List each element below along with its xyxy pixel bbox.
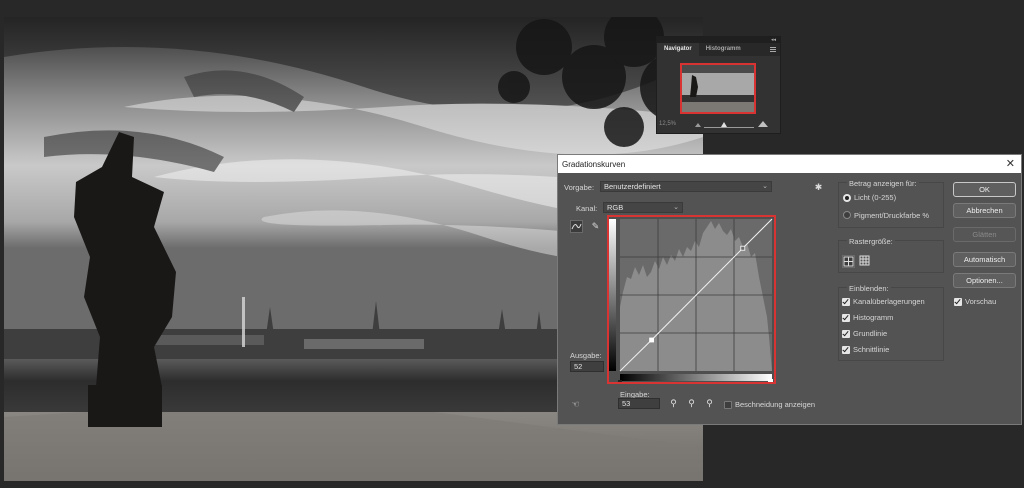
curves-graph[interactable] xyxy=(609,217,774,382)
grid-coarse-icon[interactable] xyxy=(842,255,855,268)
tab-navigator[interactable]: Navigator xyxy=(657,43,699,56)
gray-eyedropper-icon[interactable]: ⚲ xyxy=(685,397,698,410)
display-group xyxy=(838,182,944,228)
preset-label: Vorgabe: xyxy=(564,183,595,192)
preview-checkbox[interactable] xyxy=(954,298,962,306)
zoom-level[interactable]: 12,5% xyxy=(659,121,676,127)
white-eyedropper-icon[interactable]: ⚲ xyxy=(703,397,716,410)
zoom-out-icon[interactable] xyxy=(695,123,701,127)
options-button[interactable]: Optionen... xyxy=(953,273,1016,288)
navigator-panel: ◂◂ Navigator Histogramm 12,5% xyxy=(656,36,781,134)
curve-point-icon[interactable] xyxy=(570,220,583,233)
channel-label: Kanal: xyxy=(576,204,598,213)
input-gradient-bar xyxy=(620,374,772,381)
curve-glyph xyxy=(571,223,582,230)
tab-histogramm[interactable]: Histogramm xyxy=(699,43,748,56)
smooth-button[interactable]: Glätten xyxy=(953,227,1016,242)
checkbox-baseline[interactable] xyxy=(842,330,850,338)
preset-select[interactable]: Benutzerdefiniert ⌄ xyxy=(600,181,772,192)
cancel-button[interactable]: Abbrechen xyxy=(953,203,1016,218)
grid-fine-glyph xyxy=(859,255,870,266)
hand-adjust-icon[interactable]: ☜ xyxy=(569,398,582,411)
black-eyedropper-icon[interactable]: ⚲ xyxy=(667,397,680,410)
zoom-in-icon[interactable] xyxy=(758,121,768,127)
baseline-label: Grundlinie xyxy=(853,329,888,338)
radio-pigment[interactable] xyxy=(843,211,851,219)
white-point-slider[interactable] xyxy=(768,379,773,382)
curve-point[interactable] xyxy=(649,337,654,343)
channel-select[interactable]: RGB ⌄ xyxy=(603,202,683,213)
input-field[interactable]: 53 xyxy=(618,398,660,409)
dialog-titlebar[interactable]: Gradationskurven ✕ xyxy=(558,155,1021,173)
panel-tabs: Navigator Histogramm xyxy=(657,43,780,56)
grid-group-title: Rastergröße: xyxy=(847,237,895,246)
photoshop-workspace: ◂◂ Navigator Histogramm 12,5% Gradations… xyxy=(0,0,1024,488)
grid-fine-icon[interactable] xyxy=(858,255,871,268)
radio-pigment-label: Pigment/Druckfarbe % xyxy=(854,211,930,220)
curve-point[interactable] xyxy=(740,245,746,251)
output-gradient-bar xyxy=(609,219,616,371)
output-label: Ausgabe: xyxy=(570,351,602,360)
clipping-label: Beschneidung anzeigen xyxy=(735,400,816,409)
output-field[interactable]: 52 xyxy=(570,361,604,372)
checkbox-channel-overlays[interactable] xyxy=(842,298,850,306)
show-group-title: Einblenden: xyxy=(847,284,891,293)
preview-label: Vorschau xyxy=(965,297,997,306)
intersection-label: Schnittlinie xyxy=(853,345,890,354)
ok-button[interactable]: OK xyxy=(953,182,1016,197)
grid-coarse-glyph xyxy=(843,256,854,267)
checkbox-intersection[interactable] xyxy=(842,346,850,354)
zoom-slider[interactable] xyxy=(704,127,754,128)
chevron-down-icon: ⌄ xyxy=(762,183,768,190)
auto-button[interactable]: Automatisch xyxy=(953,252,1016,267)
channel-overlays-label: Kanalüberlagerungen xyxy=(853,297,925,306)
histogram-label: Histogramm xyxy=(853,313,894,322)
radio-light-label: Licht (0-255) xyxy=(854,193,897,202)
hamburger-icon[interactable] xyxy=(770,47,776,52)
clipping-checkbox[interactable] xyxy=(724,401,732,409)
display-group-title: Betrag anzeigen für: xyxy=(847,179,919,188)
close-icon[interactable]: ✕ xyxy=(1006,158,1015,170)
gear-icon[interactable]: ✱ xyxy=(812,181,825,194)
navigator-thumbnail[interactable] xyxy=(680,63,756,114)
thumbnail-photo xyxy=(682,65,754,112)
black-point-slider[interactable] xyxy=(618,380,622,382)
pencil-icon[interactable]: ✎ xyxy=(589,220,602,233)
zoom-slider-handle[interactable] xyxy=(721,122,727,127)
checkbox-histogram[interactable] xyxy=(842,314,850,322)
radio-light[interactable] xyxy=(843,194,851,202)
preset-value: Benutzerdefiniert xyxy=(604,182,661,191)
channel-value: RGB xyxy=(607,203,624,212)
chevron-down-icon: ⌄ xyxy=(673,204,679,211)
dialog-title: Gradationskurven xyxy=(562,159,626,169)
